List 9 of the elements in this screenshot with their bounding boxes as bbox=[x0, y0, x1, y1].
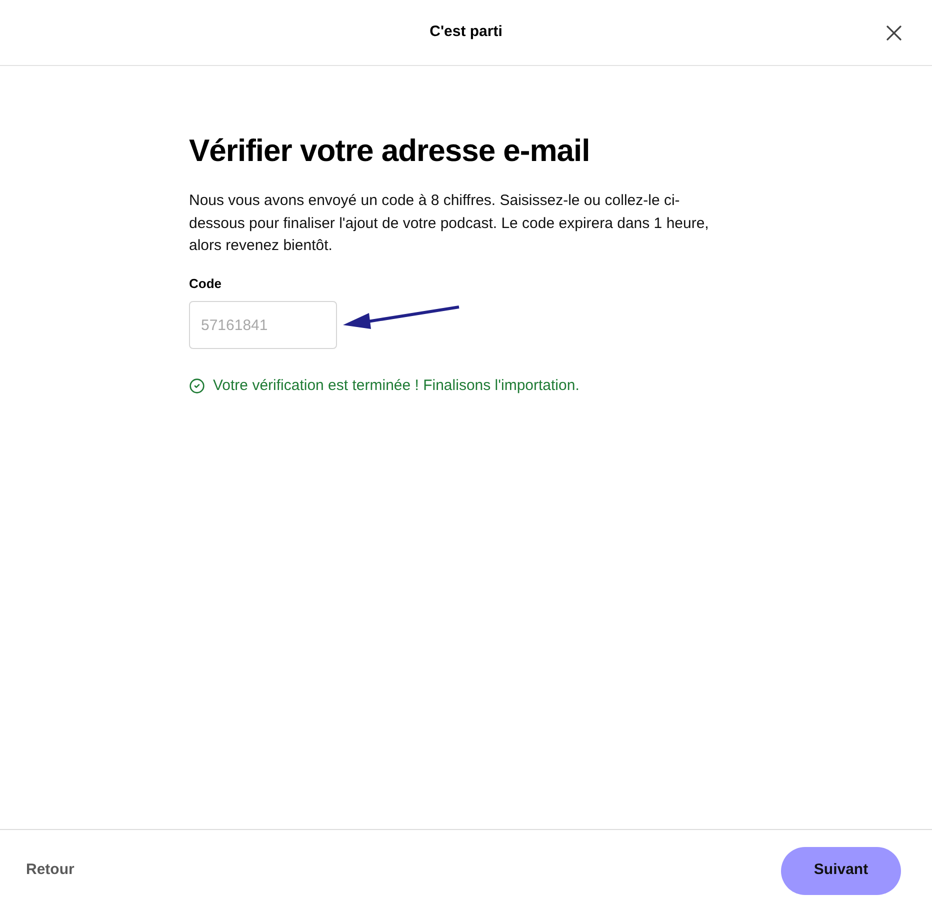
description-text: Nous vous avons envoyé un code à 8 chiffres. Saisissez-le ou collez-le ci-dessous pour finaliser l'ajout de votre podcast. Le code expirera dans 1 heure, alors revenez bientôt. bbox=[189, 191, 710, 256]
dialog-title: C'est parti bbox=[430, 22, 502, 42]
field-label: Code bbox=[189, 274, 222, 292]
check-circle-icon bbox=[189, 378, 205, 394]
next-button[interactable]: Suivant bbox=[781, 846, 901, 894]
page-heading: Vérifier votre adresse e-mail bbox=[189, 132, 591, 170]
code-input-field[interactable]: 57161841 bbox=[189, 301, 337, 349]
back-button[interactable]: Retour bbox=[26, 859, 74, 882]
status-message: Votre vérification est terminée ! Finalisons l'importation. bbox=[213, 376, 580, 396]
